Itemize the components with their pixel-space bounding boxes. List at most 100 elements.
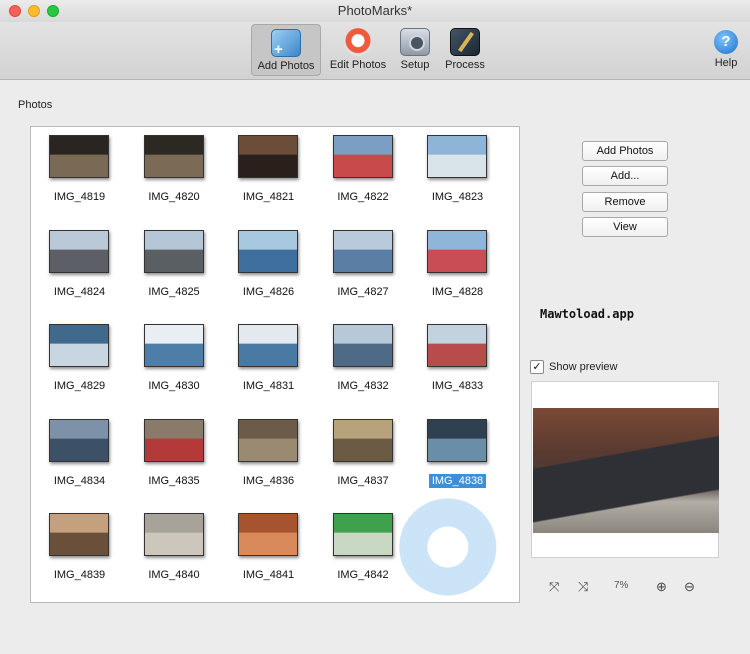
photo-item[interactable]: IMG_4830: [127, 316, 222, 410]
photo-item[interactable]: IMG_4835: [127, 411, 222, 505]
photo-thumbnail[interactable]: [49, 418, 109, 462]
toolbar-setup-label: Setup: [400, 59, 430, 71]
photo-thumbnail[interactable]: [332, 513, 393, 556]
fit-to-window-icon[interactable]: ⤧: [549, 579, 559, 595]
photo-caption: IMG_4841: [221, 569, 316, 581]
photo-item[interactable]: IMG_4824: [32, 222, 127, 316]
photo-caption-text: IMG_4835: [148, 474, 200, 487]
photo-caption-text: IMG_4828: [431, 285, 484, 298]
zoom-in-icon[interactable]: ⊕: [656, 579, 667, 595]
photo-caption-text: IMG_4825: [148, 285, 200, 298]
minimize-window-button[interactable]: [28, 5, 40, 17]
photo-item[interactable]: IMG_4833: [410, 316, 505, 410]
photo-caption: IMG_4836: [221, 475, 316, 487]
photo-thumbnail[interactable]: [238, 229, 298, 273]
photo-item[interactable]: IMG_4822: [316, 127, 411, 221]
zoom-out-icon[interactable]: ⊖: [684, 579, 695, 595]
photo-caption-text: IMG_4831: [242, 380, 295, 392]
photo-thumbnail[interactable]: [332, 135, 393, 178]
toolbar-edit-photos-button[interactable]: Edit Photos: [325, 24, 391, 76]
photo-item[interactable]: IMG_4839: [32, 505, 127, 599]
actual-size-icon[interactable]: ⤨: [578, 579, 588, 595]
photo-thumbnail[interactable]: [49, 135, 109, 178]
photo-item[interactable]: IMG_4832: [316, 316, 411, 410]
watermark-text: Mawtoload.app: [540, 307, 634, 321]
photo-thumbnail[interactable]: [49, 229, 109, 273]
photo-item[interactable]: IMG_4837: [316, 411, 411, 505]
photo-thumbnail[interactable]: [332, 324, 393, 367]
photo-caption: IMG_4839: [32, 569, 127, 581]
photo-item[interactable]: IMG_4823: [410, 127, 505, 221]
photo-thumbnail[interactable]: [238, 513, 298, 556]
photo-caption: IMG_4832: [316, 380, 411, 392]
photo-caption-text: IMG_4823: [431, 191, 484, 203]
photo-thumbnail[interactable]: [238, 135, 298, 178]
photo-caption: IMG_4828: [410, 286, 505, 298]
add-photos-button[interactable]: Add Photos: [582, 141, 668, 161]
view-button[interactable]: View: [582, 217, 668, 237]
watermark-logo-icon: [392, 495, 516, 599]
photo-item[interactable]: IMG_4838: [410, 411, 505, 505]
photo-thumbnail[interactable]: [49, 324, 109, 367]
photo-caption: IMG_4826: [221, 286, 316, 298]
setup-icon: [400, 28, 430, 56]
photo-caption-text: IMG_4819: [53, 191, 106, 203]
photo-item[interactable]: IMG_4836: [221, 411, 316, 505]
photo-thumbnail[interactable]: [427, 418, 487, 462]
photo-item[interactable]: IMG_4841: [221, 505, 316, 599]
photo-item[interactable]: IMG_4831: [221, 316, 316, 410]
photo-item[interactable]: IMG_4826: [221, 222, 316, 316]
photo-item[interactable]: IMG_4829: [32, 316, 127, 410]
photo-caption: IMG_4838: [410, 473, 505, 488]
photo-caption-text: IMG_4832: [337, 380, 389, 392]
photo-thumbnail[interactable]: [49, 513, 109, 556]
toolbar-process-button[interactable]: Process: [440, 24, 490, 76]
toolbar-add-photos-label: Add Photos: [257, 60, 315, 72]
toolbar-help-button[interactable]: ? Help: [708, 24, 744, 76]
show-preview-checkbox[interactable]: ✓: [530, 360, 544, 374]
photo-thumbnail[interactable]: [427, 229, 487, 273]
photo-thumbnail[interactable]: [427, 135, 487, 178]
process-icon: [450, 28, 480, 56]
photo-thumbnail[interactable]: [238, 418, 298, 462]
photo-caption: IMG_4827: [316, 286, 411, 298]
photo-thumbnail[interactable]: [143, 135, 204, 178]
photo-item[interactable]: IMG_4827: [316, 222, 411, 316]
toolbar-edit-photos-label: Edit Photos: [329, 59, 387, 71]
photo-item[interactable]: IMG_4820: [127, 127, 222, 221]
toolbar-process-label: Process: [445, 59, 485, 71]
photo-caption-text: IMG_4839: [53, 569, 106, 581]
photo-caption: IMG_4842: [316, 569, 411, 581]
photo-thumbnail[interactable]: [238, 324, 298, 367]
photo-thumbnail[interactable]: [427, 324, 487, 367]
photo-item[interactable]: IMG_4819: [32, 127, 127, 221]
photo-caption-text: IMG_4829: [53, 380, 106, 392]
photos-section-label: Photos: [18, 99, 53, 111]
photo-thumbnail[interactable]: [143, 324, 204, 367]
photo-thumbnail[interactable]: [332, 229, 393, 273]
close-window-button[interactable]: [9, 5, 21, 17]
photo-caption-text: IMG_4842: [337, 569, 389, 581]
photo-caption: IMG_4840: [127, 569, 222, 581]
toolbar-setup-button[interactable]: Setup: [395, 24, 435, 76]
preview-image: [533, 408, 719, 533]
remove-button[interactable]: Remove: [582, 192, 668, 212]
photo-thumbnail[interactable]: [143, 229, 204, 273]
photo-caption: IMG_4835: [127, 475, 222, 487]
edit-photos-icon: [344, 28, 372, 56]
photo-item[interactable]: IMG_4821: [221, 127, 316, 221]
photo-caption: IMG_4822: [316, 191, 411, 203]
photo-thumbnail[interactable]: [143, 418, 204, 462]
add-button[interactable]: Add...: [582, 166, 668, 186]
toolbar-help-label: Help: [714, 57, 738, 69]
photo-caption-text: IMG_4834: [53, 474, 106, 487]
photo-thumbnail[interactable]: [143, 513, 204, 556]
photo-item[interactable]: IMG_4834: [32, 411, 127, 505]
toolbar-add-photos-button[interactable]: Add Photos: [251, 24, 321, 76]
photo-item[interactable]: IMG_4825: [127, 222, 222, 316]
photo-item[interactable]: IMG_4840: [127, 505, 222, 599]
title-bar: PhotoMarks*: [0, 0, 750, 22]
photo-item[interactable]: IMG_4828: [410, 222, 505, 316]
zoom-window-button[interactable]: [47, 5, 59, 17]
photo-thumbnail[interactable]: [332, 418, 393, 462]
